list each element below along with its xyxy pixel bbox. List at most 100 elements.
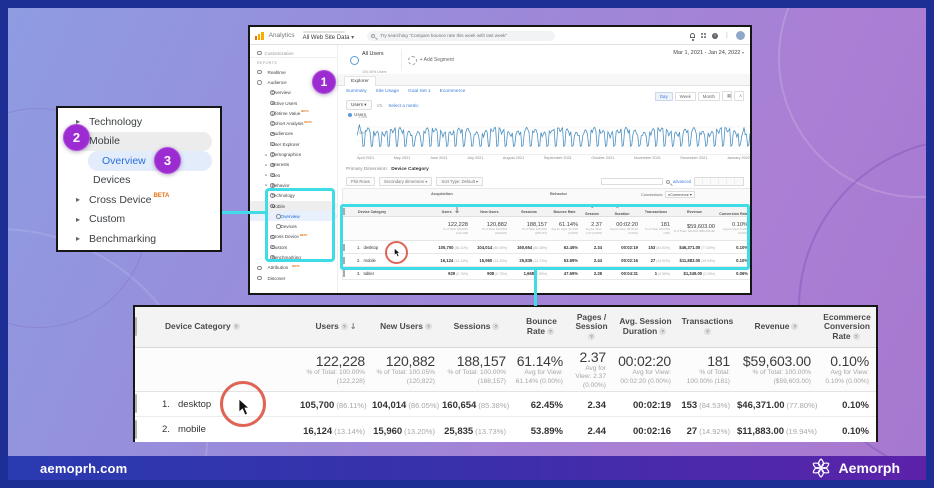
callout-menu-item[interactable]: Overview — [88, 151, 212, 171]
row-checkbox[interactable] — [135, 419, 137, 439]
sidebar-item[interactable]: Discover — [250, 273, 337, 283]
dimension-value[interactable]: Device Category — [391, 167, 429, 172]
month-button[interactable]: Month — [697, 91, 720, 101]
sidebar-item[interactable]: User Explorer — [250, 139, 337, 149]
beta-badge: BETA — [292, 263, 300, 268]
help-icon[interactable]: ? — [712, 32, 718, 39]
menu-item-label: Technology — [89, 115, 143, 128]
row-checkbox[interactable] — [343, 269, 345, 277]
mouse-cursor-icon — [394, 248, 400, 257]
row-checkbox[interactable] — [135, 394, 137, 413]
date-range-picker[interactable]: Mar 1, 2021 - Jan 24, 2022 ▾ — [673, 50, 744, 56]
all-users-segment[interactable]: All Users 100.00% Users — [344, 49, 393, 74]
column-header[interactable]: Pages / Session? — [570, 312, 613, 342]
ga-search-bar[interactable] — [367, 30, 556, 41]
search-icon — [665, 179, 670, 184]
week-button[interactable]: Week — [674, 91, 696, 101]
help-icon: ? — [492, 323, 500, 331]
column-header[interactable]: Sessions? — [442, 321, 513, 332]
sidebar-item[interactable]: ▸ Interests — [250, 160, 337, 170]
add-segment-circle-icon — [407, 55, 417, 65]
tab-explorer[interactable]: Explorer — [344, 76, 376, 86]
totals-new-users: 120,882% of Total: 100.05% (120,822) — [376, 353, 435, 385]
select-metric-link[interactable]: Select a metric — [388, 103, 418, 108]
sidebar-item-customization[interactable]: Customization — [250, 49, 337, 58]
help-icon: ? — [704, 328, 711, 336]
sidebar-item-label: Geo — [271, 172, 281, 178]
table-view-icons[interactable] — [694, 177, 744, 186]
totals-bounce-rate: 61.14% Avg for View: 61.14% (0.00%) — [515, 353, 563, 385]
menu-item-label: Cross Device — [89, 193, 152, 206]
menu-item-label: Mobile — [89, 135, 120, 148]
help-icon: ? — [659, 328, 667, 336]
users-line-chart — [357, 124, 750, 155]
explorer-link[interactable]: Ecommerce — [440, 89, 466, 94]
day-button[interactable]: Day — [654, 91, 673, 101]
notifications-bell-icon[interactable] — [690, 33, 695, 41]
sidebar-item[interactable]: Audiences — [250, 129, 337, 139]
column-header[interactable]: Ecommerce Conversion Rate? — [818, 312, 876, 342]
totals-sessions: 188,157% of Total: 100.00% (188,157) — [447, 353, 506, 385]
property-name: All Web Site Data — [302, 34, 350, 41]
search-icon — [371, 33, 376, 38]
callout-menu-item[interactable]: ▸ Custom — [66, 210, 212, 230]
sidebar-item[interactable]: Cohort Analysis BETA — [250, 118, 337, 128]
month-label: June 2021 — [429, 156, 448, 160]
callout-menu-item[interactable]: ▸ Technology — [66, 112, 212, 132]
explorer-link[interactable]: Summary — [346, 89, 367, 94]
search-input[interactable] — [378, 32, 552, 39]
table-search-input[interactable] — [600, 178, 663, 185]
x-axis-month-labels: April 2021 May 2021 June 2021 July 2021 Augu… — [357, 156, 750, 160]
more-options-icon[interactable]: ⋮ — [724, 32, 730, 39]
expander-arrow-icon: ▸ — [76, 195, 81, 205]
sidebar-item-label: Realtime — [267, 69, 286, 75]
step-3-badge: 3 — [154, 147, 181, 174]
sidebar-item[interactable]: Lifetime Value BETA — [250, 108, 337, 118]
user-avatar[interactable] — [736, 31, 745, 40]
callout-menu-item[interactable]: ▸ Cross Device BETA — [66, 190, 212, 210]
sidebar-item[interactable]: ▸ Demographics — [250, 149, 337, 159]
background-swirl — [778, 8, 926, 198]
callout-menu-item[interactable]: ▸ Benchmarking — [66, 229, 212, 249]
plot-rows-button[interactable]: Plot Rows — [346, 177, 375, 186]
footer-url[interactable]: aemoprh.com — [40, 461, 127, 476]
advanced-search-link[interactable]: advanced — [673, 179, 691, 184]
secondary-dimension-dropdown[interactable]: Secondary dimension ▾ — [378, 177, 433, 186]
column-header[interactable]: Device Category? — [162, 321, 300, 332]
column-header[interactable]: Users? ↓ — [300, 321, 372, 332]
chart-type-icon[interactable]: ▦ — [722, 91, 732, 101]
select-all-checkbox[interactable] — [135, 317, 137, 336]
series-color-dot — [348, 112, 352, 117]
month-label: October 2021 — [591, 156, 615, 160]
totals-pages-session: 2.37 Avg for View: 2.37 (0.00%) — [575, 349, 606, 389]
beta-badge: BETA — [153, 192, 170, 199]
compare-icon[interactable]: ⋏ — [734, 91, 744, 101]
column-header[interactable]: Avg. Session Duration? — [613, 317, 678, 336]
help-icon: ? — [340, 323, 348, 331]
product-name: Analytics — [268, 32, 295, 39]
month-label: September 2021 — [543, 156, 572, 160]
step-2-badge: 2 — [63, 124, 90, 151]
metric-dropdown[interactable]: Users ▾ — [346, 100, 372, 110]
explorer-link[interactable]: Goal Set 1 — [408, 89, 431, 94]
sidebar-item[interactable]: Attribution BETA — [250, 263, 337, 273]
column-header[interactable]: Transactions? — [678, 317, 737, 336]
infographic-canvas: aemoprh.com Aemorph ▸ Technology Mobile … — [0, 0, 934, 488]
callout-menu-item[interactable]: Devices — [66, 171, 212, 191]
sidebar-item[interactable]: ▸ Geo — [250, 170, 337, 180]
table-toolbar: Plot Rows Secondary dimension ▾ Sort Typ… — [346, 176, 744, 187]
brand-lockup: Aemorph — [810, 457, 900, 479]
explorer-link[interactable]: Site Usage — [376, 89, 399, 94]
column-header[interactable]: Revenue? — [737, 321, 818, 332]
add-segment-button[interactable]: + Add Segment — [400, 49, 460, 71]
month-label: July 2021 — [467, 156, 484, 160]
apps-grid-icon[interactable] — [701, 33, 706, 38]
month-label: April 2021 — [357, 156, 375, 160]
conversions-dropdown[interactable]: eCommerce ▾ — [665, 191, 695, 198]
column-header[interactable]: Bounce Rate? — [513, 317, 570, 336]
column-header[interactable]: New Users? — [372, 321, 442, 332]
sidebar-item[interactable]: Active Users — [250, 98, 337, 108]
help-icon: ? — [791, 323, 799, 331]
sidebar-item-label: Overview — [271, 90, 291, 96]
account-switcher[interactable]: All Web Site Data ▾ — [302, 30, 354, 41]
